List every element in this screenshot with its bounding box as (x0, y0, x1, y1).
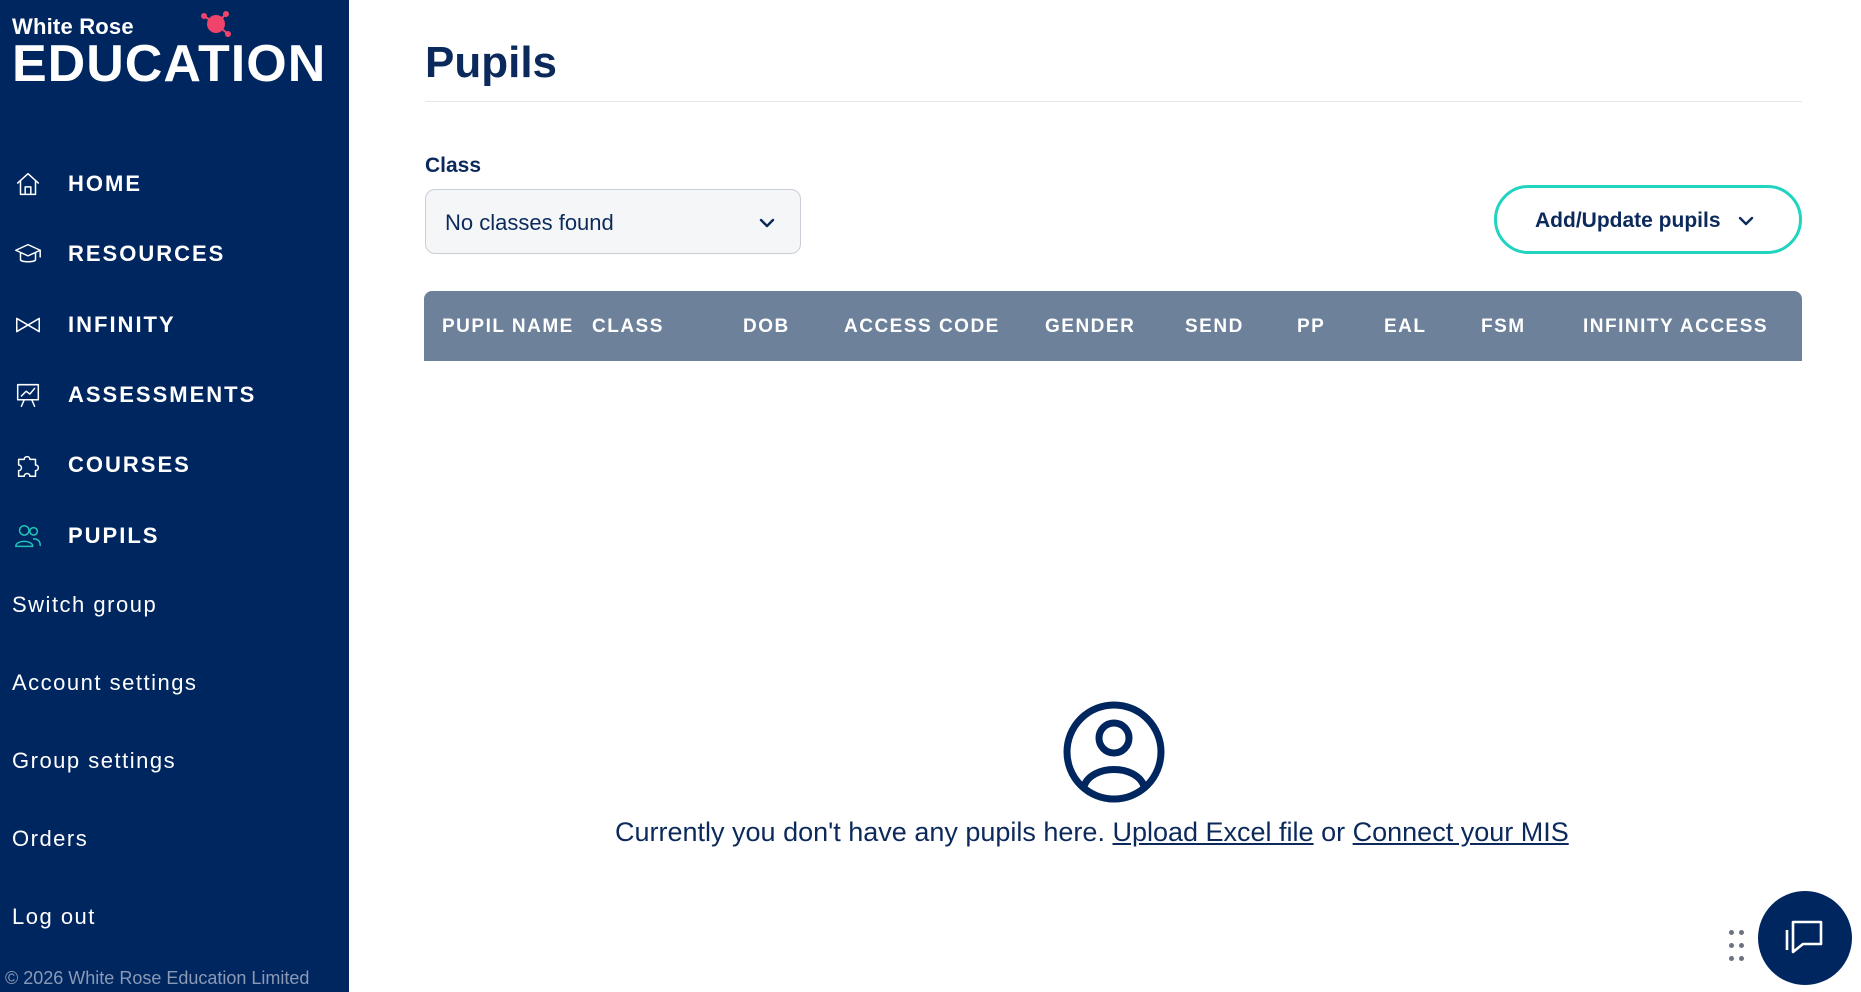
nav-label-infinity: INFINITY (68, 312, 176, 337)
copyright-text: © 2026 White Rose Education Limited (5, 968, 310, 988)
nav-label-resources: RESOURCES (68, 241, 226, 266)
column-header-fsm[interactable]: FSM (1481, 316, 1526, 338)
main-content: Pupils Class No classes found Add/Update… (349, 0, 1861, 992)
empty-state-text: Currently you don't have any pupils here… (615, 817, 1105, 847)
column-header-pupil-name[interactable]: PUPIL NAME (442, 316, 574, 338)
log-out-link[interactable]: Log out (12, 904, 96, 930)
group-settings-link[interactable]: Group settings (12, 748, 176, 774)
drag-handle-icon[interactable] (1727, 930, 1747, 964)
column-header-send[interactable]: SEND (1185, 316, 1244, 338)
users-icon (12, 520, 44, 552)
sidebar: White Rose EDUCATION HOME RESOURCES INFI… (0, 0, 349, 992)
nav-label-pupils: PUPILS (68, 523, 160, 548)
nav-label-courses: COURSES (68, 452, 191, 477)
pupils-table-header: PUPIL NAME CLASS DOB ACCESS CODE GENDER … (424, 291, 1802, 361)
chevron-down-icon (756, 212, 778, 234)
orders-link[interactable]: Orders (12, 826, 88, 852)
class-select-value: No classes found (445, 210, 614, 235)
nav-label-home: HOME (68, 171, 142, 196)
infinity-icon (12, 309, 44, 341)
home-icon (12, 168, 44, 200)
class-select[interactable]: No classes found (425, 189, 801, 254)
column-header-access-code[interactable]: ACCESS CODE (844, 316, 1000, 338)
column-header-class[interactable]: CLASS (592, 316, 664, 338)
switch-group-link[interactable]: Switch group (12, 592, 157, 618)
empty-state-message: Currently you don't have any pupils here… (615, 817, 1569, 848)
page-title: Pupils (425, 38, 558, 87)
class-filter-label: Class (425, 154, 482, 177)
title-divider (425, 101, 1802, 102)
chat-button[interactable] (1758, 891, 1852, 985)
column-header-pp[interactable]: PP (1297, 316, 1325, 338)
connect-mis-link[interactable]: Connect your MIS (1353, 817, 1569, 847)
account-settings-link[interactable]: Account settings (12, 670, 197, 696)
column-header-eal[interactable]: EAL (1384, 316, 1427, 338)
nav-item-infinity[interactable]: INFINITY (0, 299, 349, 351)
nav-item-home[interactable]: HOME (0, 158, 349, 210)
brand-logo[interactable]: White Rose EDUCATION (12, 8, 332, 93)
presentation-chart-icon (12, 379, 44, 411)
brand-main-line: EDUCATION (12, 35, 327, 93)
chat-icon (1785, 920, 1823, 954)
add-update-pupils-button[interactable]: Add/Update pupils (1494, 185, 1802, 254)
app-root: White Rose EDUCATION HOME RESOURCES INFI… (0, 0, 1861, 992)
chevron-down-icon (1735, 210, 1757, 232)
column-header-gender[interactable]: GENDER (1045, 316, 1135, 338)
graduation-cap-icon (12, 238, 44, 270)
user-circle-icon (1062, 700, 1166, 804)
puzzle-icon (12, 449, 44, 481)
nav-item-courses[interactable]: COURSES (0, 439, 349, 491)
add-update-pupils-label: Add/Update pupils (1535, 209, 1721, 232)
molecule-logo-icon (201, 11, 231, 37)
column-header-dob[interactable]: DOB (743, 316, 790, 338)
column-header-infinity-access[interactable]: INFINITY ACCESS (1583, 316, 1768, 338)
empty-state-conjunction: or (1321, 817, 1346, 847)
nav-item-resources[interactable]: RESOURCES (0, 228, 349, 280)
upload-excel-link[interactable]: Upload Excel file (1112, 817, 1313, 847)
nav-item-pupils[interactable]: PUPILS (0, 510, 349, 562)
nav-item-assessments[interactable]: ASSESSMENTS (0, 369, 349, 421)
nav-label-assessments: ASSESSMENTS (68, 382, 257, 407)
